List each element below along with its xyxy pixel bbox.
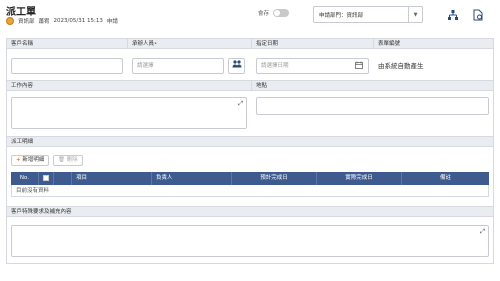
col-no: No. <box>11 172 39 185</box>
page-title: 派工單 <box>6 7 36 18</box>
col-owner: 負責人 <box>152 172 232 185</box>
expand-icon[interactable]: ⤢ <box>480 228 485 236</box>
customer-name-input[interactable] <box>11 58 123 74</box>
department-text: 資訊部 <box>18 19 35 25</box>
col-planned-date: 預計完成日 <box>232 172 317 185</box>
datetime-text: 2023/05/31 15:13 <box>53 18 103 24</box>
chevron-down-icon[interactable]: ▼ <box>408 7 422 22</box>
status-text: 申請 <box>106 19 118 25</box>
form-no-header: 表單編號 <box>373 39 493 49</box>
detail-table-header: No. 項目 負責人 預計完成日 實際完成日 備註 <box>11 172 489 185</box>
col-remark: 備註 <box>439 175 451 181</box>
special-request-textarea[interactable]: ⤢ <box>11 225 489 257</box>
work-content-textarea[interactable]: ⤢ <box>11 97 247 129</box>
col-select-all[interactable] <box>39 172 54 185</box>
avatar <box>6 17 14 25</box>
col-item: 項目 <box>72 172 152 185</box>
department-select-value: 申請部門：資訊部 <box>319 12 364 19</box>
toggle-label: 會存 <box>258 11 270 17</box>
detail-header: 派工明細 <box>7 137 493 147</box>
expand-icon[interactable]: ⤢ <box>238 100 243 108</box>
col-blank <box>54 172 72 185</box>
org-chart-icon[interactable] <box>447 9 459 21</box>
location-header: 地點 <box>251 81 493 91</box>
save-toggle-group: 會存 <box>258 9 290 17</box>
empty-row: 目前沒有資料 <box>11 185 489 197</box>
delete-button[interactable]: 🗑 刪除 <box>53 155 83 166</box>
assignee-input[interactable]: 請選擇 <box>132 58 224 74</box>
trash-icon: 🗑 <box>58 157 65 163</box>
date-input[interactable]: 請選擇日期 <box>256 58 369 74</box>
form-no-value: 由系統自動產生 <box>378 62 424 70</box>
date-header: 指定日期 <box>251 39 373 49</box>
users-icon[interactable] <box>228 58 245 74</box>
department-select[interactable]: 申請部門：資訊部 ▼ <box>313 6 423 23</box>
dispatch-form: 客戶名稱 承辦人員• 指定日期 表單編號 請選擇 請選擇日期 由系統自動產生 工… <box>6 38 494 264</box>
add-detail-button[interactable]: + 新增明細 <box>11 155 50 166</box>
customer-name-header: 客戶名稱 <box>7 39 127 49</box>
export-doc-icon[interactable] <box>472 9 484 21</box>
work-content-header: 工作內容 <box>7 81 251 91</box>
col-actual-date: 實際完成日 <box>317 172 402 185</box>
calendar-icon[interactable] <box>355 61 363 71</box>
assignee-header: 承辦人員• <box>127 39 251 49</box>
special-request-header: 客戶特殊要求及補充內容 <box>7 207 493 217</box>
meta-info: 資訊部 蕭宥 2023/05/31 15:13 申請 <box>6 17 118 25</box>
save-toggle[interactable] <box>273 9 290 17</box>
location-input[interactable] <box>256 97 489 115</box>
user-text: 蕭宥 <box>38 19 50 25</box>
